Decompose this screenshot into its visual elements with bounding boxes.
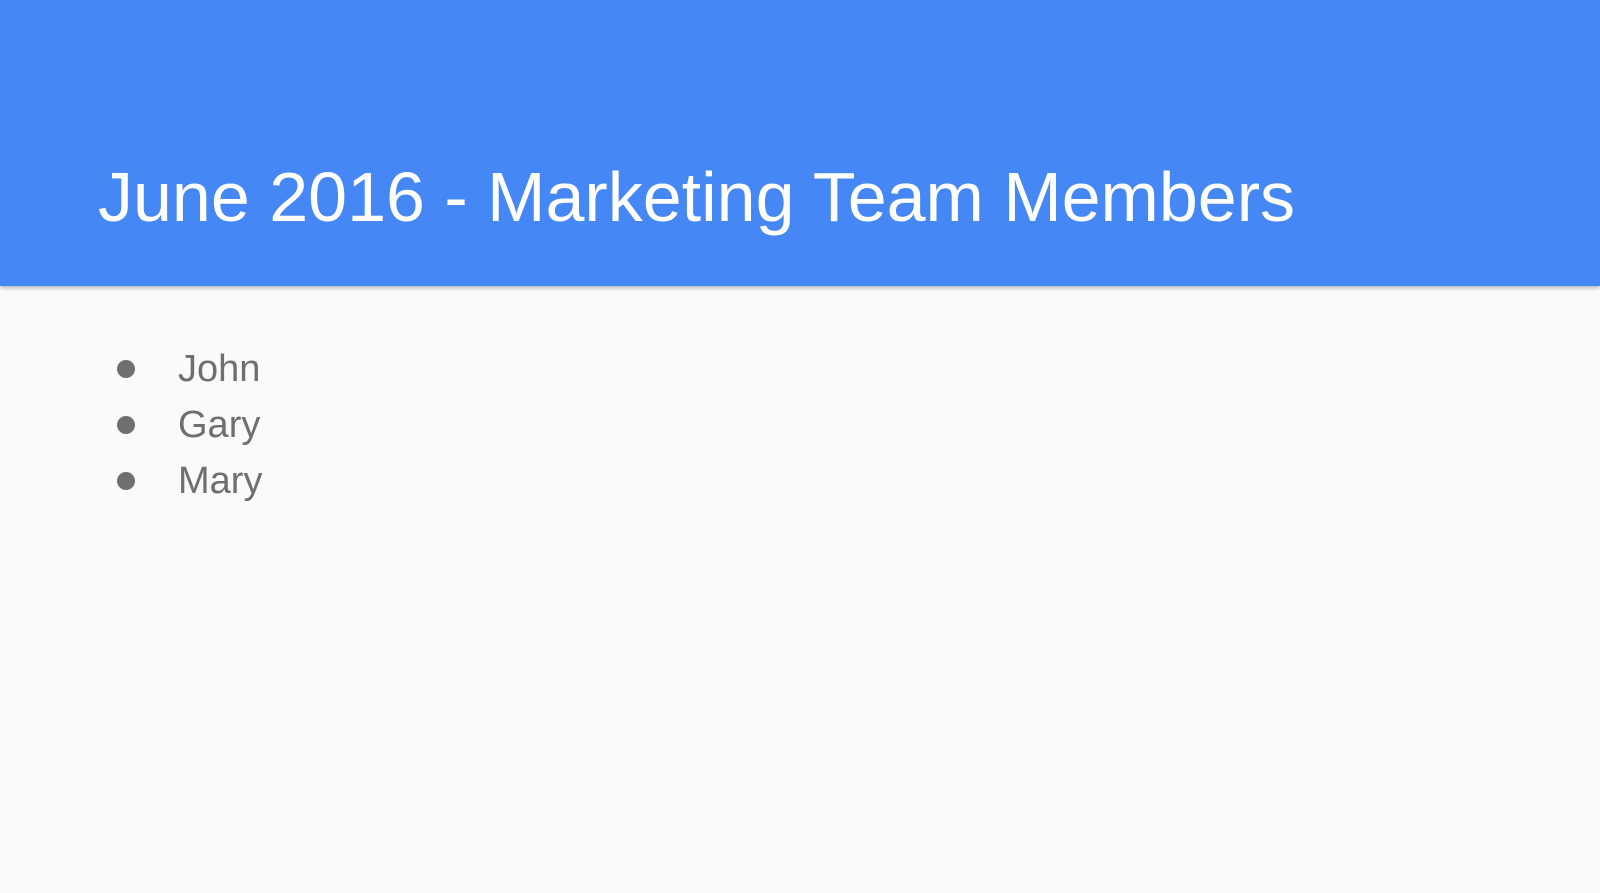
- slide-title: June 2016 - Marketing Team Members: [98, 158, 1296, 236]
- member-name: John: [178, 348, 261, 390]
- slide-header: June 2016 - Marketing Team Members: [0, 0, 1600, 286]
- member-name: Gary: [178, 404, 261, 446]
- presentation-slide: June 2016 - Marketing Team Members John …: [0, 0, 1600, 893]
- bullet-icon: [117, 360, 135, 378]
- bullet-icon: [117, 416, 135, 434]
- bullet-icon: [117, 472, 135, 490]
- member-name: Mary: [178, 460, 263, 502]
